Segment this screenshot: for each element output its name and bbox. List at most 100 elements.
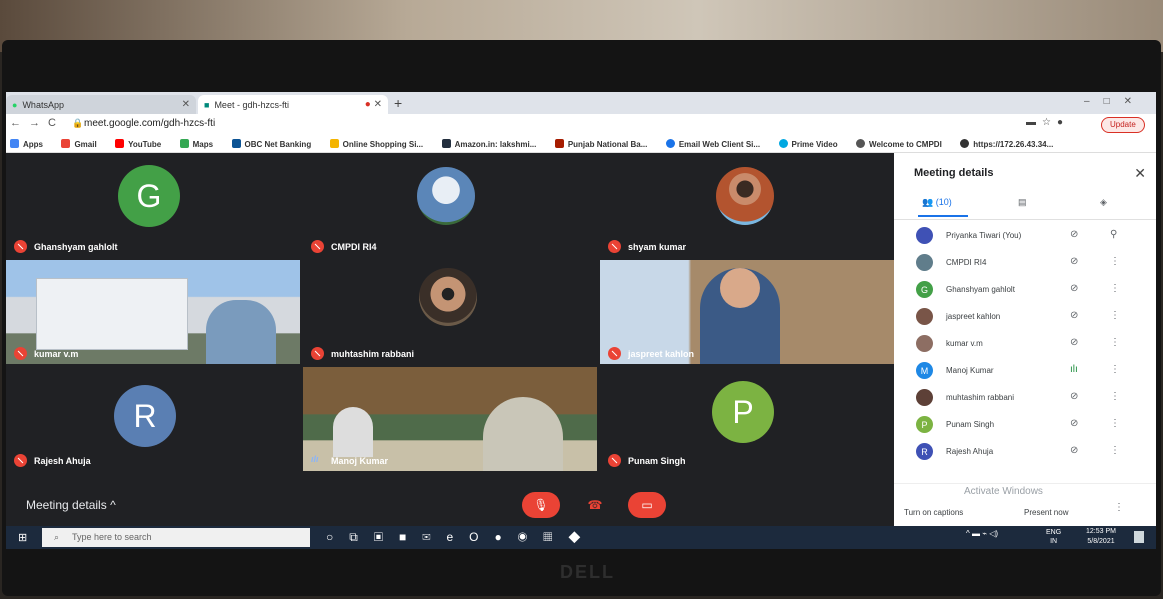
bookmark-label: YouTube xyxy=(128,140,162,149)
system-tray[interactable]: ^ ▬ ⌁ ◁) xyxy=(966,529,998,538)
camera-toggle-button[interactable]: ▭ xyxy=(628,492,666,518)
more-options-icon[interactable]: ⋮ xyxy=(1110,337,1120,348)
more-options-icon[interactable]: ⋮ xyxy=(1110,364,1120,375)
avatar-photo xyxy=(419,268,477,326)
participant-tile[interactable]: shyam kumar xyxy=(600,153,894,257)
participant-name-label: Manoj Kumar xyxy=(331,455,389,466)
more-options-icon[interactable]: ⋮ xyxy=(1110,445,1120,456)
participant-name-label: muhtashim rabbani xyxy=(331,348,415,359)
participant-row[interactable]: R Rajesh Ahuja ⊘ ⋮ xyxy=(894,439,1156,466)
present-now-button[interactable]: Present now xyxy=(1024,508,1068,517)
participant-row[interactable]: P Punam Singh ⊘ ⋮ xyxy=(894,412,1156,439)
close-icon[interactable]: ✕ xyxy=(1134,165,1146,182)
avatar: P xyxy=(712,381,774,443)
participant-tile[interactable]: G Ghanshyam gahlolt xyxy=(6,153,300,257)
avatar-photo xyxy=(417,167,475,225)
meeting-details-button[interactable]: Meeting details ^ xyxy=(26,498,116,512)
address-actions[interactable]: ▬☆● xyxy=(1026,117,1069,128)
activities-icon: ◈ xyxy=(1100,197,1107,207)
bookmark-shopping[interactable]: Online Shopping Si... xyxy=(329,139,423,149)
bookmark-label: Email Web Client Si... xyxy=(678,140,761,149)
bookmark-label: https://172.26.43.34... xyxy=(973,140,1054,149)
participant-row[interactable]: kumar v.m ⊘ ⋮ xyxy=(894,331,1156,358)
notifications-icon[interactable] xyxy=(1134,531,1144,543)
bookmark-obc[interactable]: OBC Net Banking xyxy=(231,139,311,149)
participant-tile[interactable]: muhtashim rabbani xyxy=(303,260,597,364)
participant-tile[interactable]: ılı Manoj Kumar xyxy=(303,367,597,471)
speaking-icon: ılı xyxy=(311,454,319,464)
bookmark-prime[interactable]: Prime Video xyxy=(778,139,838,149)
more-options-icon[interactable]: ⋮ xyxy=(1114,502,1124,513)
face xyxy=(720,268,760,308)
url-input[interactable]: meet.google.com/gdh-hzcs-fti xyxy=(84,118,215,129)
nav-buttons[interactable]: ←→C xyxy=(10,117,64,129)
participant-row[interactable]: jaspreet kahlon ⊘ ⋮ xyxy=(894,304,1156,331)
maps-icon xyxy=(179,139,189,148)
leave-call-button[interactable]: ☎ xyxy=(576,492,614,518)
more-options-icon[interactable]: ⋮ xyxy=(1110,283,1120,294)
bookmark-label: Prime Video xyxy=(791,140,838,149)
tab-meet[interactable]: ■ Meet - gdh-hzcs-fti ● ✕ xyxy=(198,95,388,114)
person-video xyxy=(206,300,276,364)
participant-tile[interactable]: R Rajesh Ahuja xyxy=(6,367,300,471)
clock[interactable]: 12:53 PM 5/8/2021 xyxy=(1086,527,1116,547)
participant-row[interactable]: Priyanka Tiwari (You) ⊘ ⚲ xyxy=(894,223,1156,250)
mic-off-icon: ⊘ xyxy=(1070,445,1079,456)
shopping-icon xyxy=(329,139,339,148)
new-tab-button[interactable]: + xyxy=(394,95,402,111)
bookmark-label: Punjab National Ba... xyxy=(567,140,648,149)
participant-row[interactable]: M Manoj Kumar ılı ⋮ xyxy=(894,358,1156,385)
mic-toggle-button[interactable]: 🎙 xyxy=(522,492,560,518)
windows-taskbar: ⊞ ⌕ Type here to search ○⧉▣■✉eO●◉▦◆ ^ ▬ ⌁… xyxy=(6,526,1156,549)
participant-tile[interactable]: CMPDI RI4 xyxy=(303,153,597,257)
captions-button[interactable]: Turn on captions xyxy=(904,508,963,517)
meeting-controls: Meeting details ^ 🎙 ☎ ▭ xyxy=(6,486,894,526)
more-options-icon[interactable]: ⋮ xyxy=(1110,391,1120,402)
language-indicator[interactable]: ENG IN xyxy=(1046,528,1061,546)
bookmark-cmpdi[interactable]: Welcome to CMPDI xyxy=(856,139,942,149)
tab-whatsapp[interactable]: ● WhatsApp ✕ xyxy=(6,95,196,114)
windows-start-icon[interactable]: ⊞ xyxy=(18,531,30,544)
participant-name: jaspreet kahlon xyxy=(946,312,1001,321)
participant-name: Rajesh Ahuja xyxy=(14,454,91,467)
more-options-icon[interactable]: ⋮ xyxy=(1110,418,1120,429)
pin-icon[interactable]: ⚲ xyxy=(1110,229,1117,240)
tab-chat[interactable]: ▤ xyxy=(1018,197,1027,208)
mic-off-icon: ⊘ xyxy=(1070,256,1079,267)
more-options-icon[interactable]: ⋮ xyxy=(1110,256,1120,267)
panel-tabs: 👥 (10) ▤ ◈ xyxy=(894,191,1156,220)
tab-activities[interactable]: ◈ xyxy=(1100,197,1107,208)
participant-tile[interactable]: jaspreet kahlon xyxy=(600,260,894,364)
participant-row[interactable]: CMPDI RI4 ⊘ ⋮ xyxy=(894,250,1156,277)
mic-off-icon xyxy=(14,240,27,253)
bookmark-gmail[interactable]: Gmail xyxy=(61,139,97,149)
participant-name: muhtashim rabbani xyxy=(946,393,1015,402)
bookmark-amazon[interactable]: Amazon.in: lakshmi... xyxy=(441,139,536,149)
people-count: (10) xyxy=(935,197,952,207)
bookmark-apps[interactable]: Apps xyxy=(10,139,43,149)
bookmark-maps[interactable]: Maps xyxy=(179,139,213,149)
participant-row[interactable]: muhtashim rabbani ⊘ ⋮ xyxy=(894,385,1156,412)
building-background xyxy=(36,278,188,350)
participant-tile[interactable]: P Punam Singh xyxy=(600,367,894,471)
participant-name-label: CMPDI RI4 xyxy=(331,241,377,252)
panel-footer: Activate Windows Turn on captions Presen… xyxy=(894,483,1156,527)
bookmark-youtube[interactable]: YouTube xyxy=(115,139,162,149)
language-top: ENG xyxy=(1046,529,1062,536)
participant-row[interactable]: G Ghanshyam gahlolt ⊘ ⋮ xyxy=(894,277,1156,304)
bookmark-email[interactable]: Email Web Client Si... xyxy=(665,139,761,149)
participant-tile[interactable]: kumar v.m xyxy=(6,260,300,364)
bookmark-ip[interactable]: https://172.26.43.34... xyxy=(960,139,1054,149)
gmail-icon xyxy=(61,139,71,148)
bookmarks-bar: Apps Gmail YouTube Maps OBC Net Banking … xyxy=(6,134,1156,153)
bookmark-pnb[interactable]: Punjab National Ba... xyxy=(554,139,648,149)
update-button[interactable]: Update xyxy=(1101,117,1145,133)
close-icon[interactable]: ✕ xyxy=(182,99,190,110)
window-controls[interactable]: –□✕ xyxy=(1084,96,1146,107)
tab-people[interactable]: 👥 (10) xyxy=(918,197,968,217)
taskbar-search[interactable]: ⌕ Type here to search xyxy=(42,528,310,547)
close-icon[interactable]: ● ✕ xyxy=(365,99,382,110)
taskbar-apps[interactable]: ○⧉▣■✉eO●◉▦◆ xyxy=(326,530,596,545)
panel-title: Meeting details xyxy=(914,167,994,179)
more-options-icon[interactable]: ⋮ xyxy=(1110,310,1120,321)
